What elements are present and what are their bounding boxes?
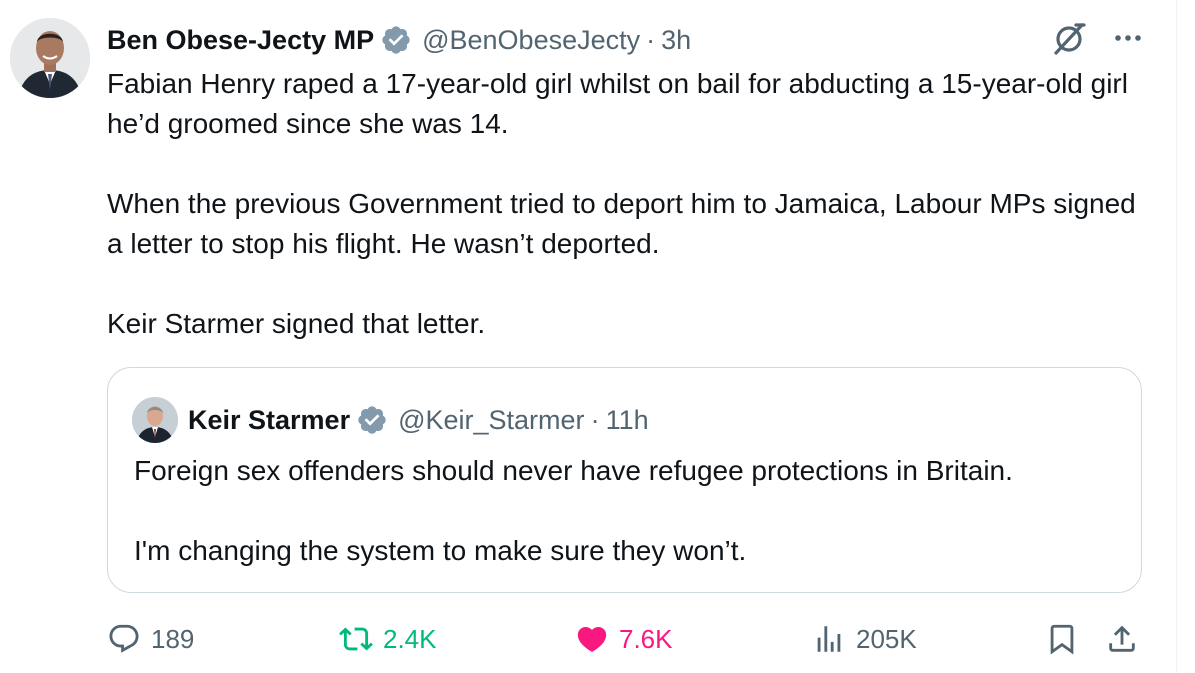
views-button[interactable]: 205K <box>812 614 917 664</box>
like-button[interactable]: 7.6K <box>575 614 673 664</box>
quoted-author-name[interactable]: Keir Starmer <box>188 405 350 436</box>
meta-separator: · <box>646 24 656 55</box>
tweet-paragraph: Keir Starmer signed that letter. <box>107 308 486 339</box>
more-icon[interactable] <box>1113 23 1143 53</box>
grok-icon[interactable] <box>1051 20 1087 56</box>
like-count: 7.6K <box>619 623 673 654</box>
author-handle-meta: @BenObeseJecty · 3h <box>422 25 691 56</box>
tweet-paragraph: When the previous Government tried to de… <box>107 188 1136 259</box>
quoted-handle-meta: @Keir_Starmer · 11h <box>398 405 649 436</box>
quoted-author-avatar[interactable] <box>132 397 178 443</box>
views-icon <box>817 626 841 652</box>
tweet-top-actions <box>1051 20 1143 56</box>
reply-icon <box>109 624 139 653</box>
author-handle[interactable]: @BenObeseJecty <box>422 25 640 55</box>
views-count: 205K <box>856 623 917 654</box>
tweet-header: Ben Obese-Jecty MP @BenObeseJecty · 3h <box>107 22 691 58</box>
tweet-text: Fabian Henry raped a 17-year-old girl wh… <box>107 64 1147 344</box>
repost-count: 2.4K <box>383 623 437 654</box>
author-avatar[interactable] <box>10 18 90 98</box>
quoted-author-handle[interactable]: @Keir_Starmer <box>398 405 584 435</box>
column-divider <box>1176 0 1177 673</box>
share-icon <box>1109 625 1135 652</box>
share-button[interactable] <box>1105 614 1139 664</box>
repost-button[interactable]: 2.4K <box>339 614 437 664</box>
quoted-tweet-paragraph: I'm changing the system to make sure the… <box>134 535 747 566</box>
tweet-time[interactable]: 3h <box>661 25 691 55</box>
reply-count: 189 <box>151 623 195 654</box>
quoted-tweet-text: Foreign sex offenders should never have … <box>134 451 1114 571</box>
tweet-paragraph: Fabian Henry raped a 17-year-old girl wh… <box>107 68 1128 139</box>
quoted-tweet-time[interactable]: 11h <box>606 405 649 435</box>
repost-icon <box>339 627 373 651</box>
reply-button[interactable]: 189 <box>107 614 194 664</box>
quoted-tweet-card[interactable]: Keir Starmer @Keir_Starmer · 11h Foreign s… <box>107 367 1142 593</box>
quoted-tweet-header: Keir Starmer @Keir_Starmer · 11h <box>132 397 649 443</box>
bookmark-icon <box>1050 624 1074 655</box>
verified-badge-icon[interactable] <box>380 24 412 56</box>
author-name[interactable]: Ben Obese-Jecty MP <box>107 25 374 56</box>
verified-badge-icon[interactable] <box>356 404 388 436</box>
tweet-action-bar: 189 2.4K 7.6K 205K <box>107 614 1147 664</box>
bookmark-button[interactable] <box>1045 614 1079 664</box>
meta-separator: · <box>590 404 600 435</box>
quoted-tweet-paragraph: Foreign sex offenders should never have … <box>134 455 1013 486</box>
like-icon <box>577 626 607 652</box>
